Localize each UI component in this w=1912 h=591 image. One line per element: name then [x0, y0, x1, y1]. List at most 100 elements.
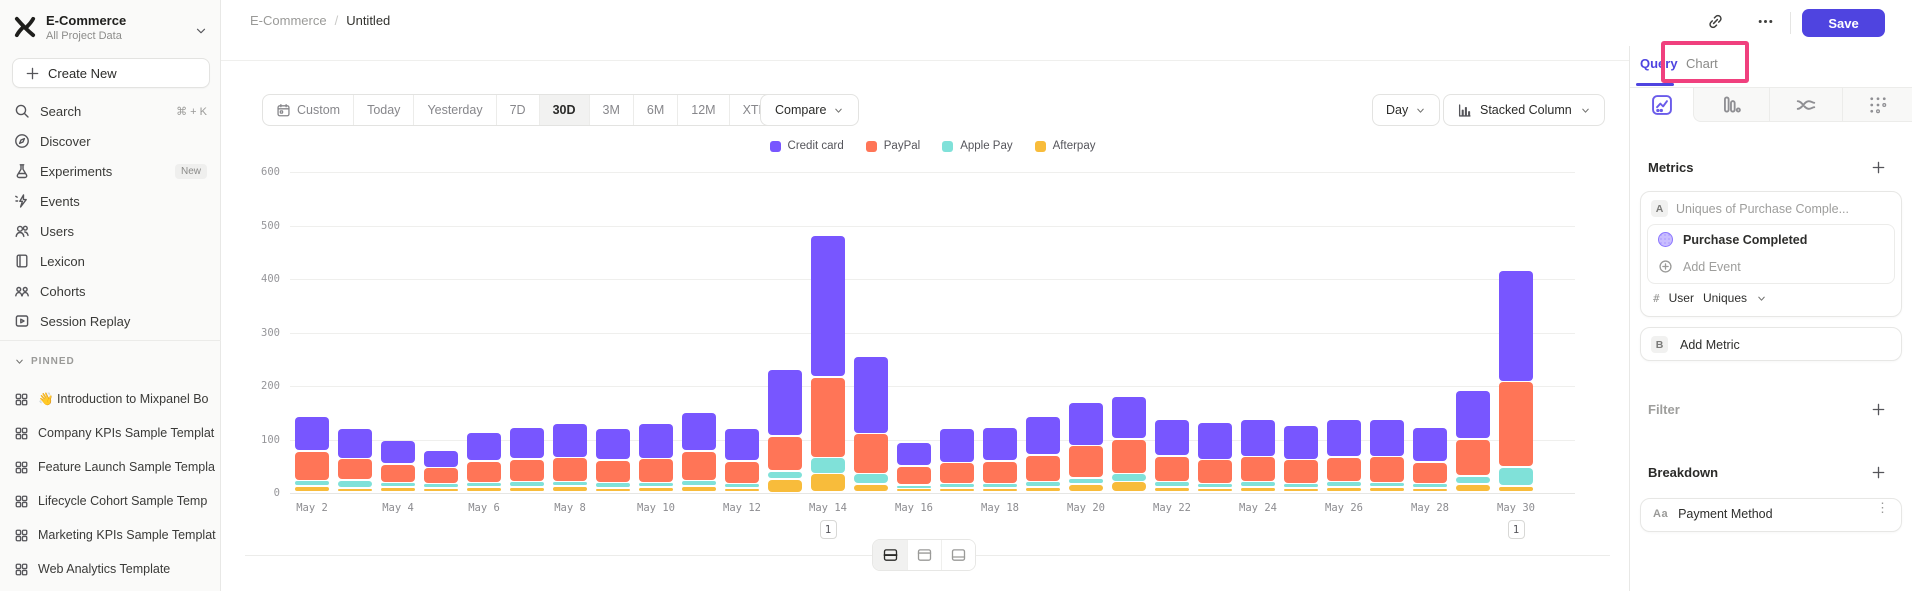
- add-event-row[interactable]: Add Event: [1658, 259, 1741, 274]
- bar-segment[interactable]: [983, 428, 1017, 460]
- bar-segment[interactable]: [553, 458, 587, 481]
- bar-segment[interactable]: [1284, 484, 1318, 487]
- bar-segment[interactable]: [768, 480, 802, 492]
- layout-chart-top-button[interactable]: [907, 540, 941, 570]
- bar-segment[interactable]: [639, 488, 673, 492]
- bar-segment[interactable]: [1456, 485, 1490, 492]
- bar-segment[interactable]: [768, 472, 802, 479]
- bar-segment[interactable]: [940, 429, 974, 462]
- ptab-retention[interactable]: [1842, 88, 1912, 122]
- bar-segment[interactable]: [1456, 440, 1490, 476]
- bar-segment[interactable]: [467, 462, 501, 482]
- add-breakdown-plus-icon[interactable]: [1868, 462, 1888, 482]
- bar-segment[interactable]: [811, 474, 845, 491]
- ptab-flows[interactable]: [1769, 88, 1842, 122]
- bar-segment[interactable]: [596, 461, 630, 482]
- bar-segment[interactable]: [1456, 391, 1490, 438]
- bar-segment[interactable]: [1413, 489, 1447, 492]
- layout-split-button[interactable]: [873, 540, 907, 570]
- layout-chart-bottom-button[interactable]: [941, 540, 975, 570]
- bar-segment[interactable]: [1026, 488, 1060, 492]
- bar-segment[interactable]: [1155, 482, 1189, 486]
- bar-segment[interactable]: [596, 429, 630, 460]
- bar-segment[interactable]: [854, 474, 888, 483]
- bar-segment[interactable]: [424, 451, 458, 467]
- bar-segment[interactable]: [1413, 428, 1447, 461]
- bar-segment[interactable]: [983, 484, 1017, 487]
- bar-segment[interactable]: [940, 484, 974, 487]
- bar-segment[interactable]: [639, 424, 673, 458]
- bar-segment[interactable]: [1284, 426, 1318, 459]
- bar-segment[interactable]: [983, 489, 1017, 492]
- bar-segment[interactable]: [467, 433, 501, 460]
- bar-segment[interactable]: [295, 487, 329, 492]
- bar-segment[interactable]: [1413, 484, 1447, 487]
- breakdown-kebab-icon[interactable]: ⋮: [1876, 506, 1889, 510]
- bar-segment[interactable]: [553, 482, 587, 485]
- bar-segment[interactable]: [725, 489, 759, 492]
- bar-segment[interactable]: [1241, 482, 1275, 486]
- bar-segment[interactable]: [639, 459, 673, 482]
- bar-segment[interactable]: [725, 462, 759, 483]
- bar-segment[interactable]: [1069, 446, 1103, 477]
- ptab-insights[interactable]: [1630, 88, 1693, 122]
- bar-segment[interactable]: [1241, 488, 1275, 492]
- bar-segment[interactable]: [854, 485, 888, 492]
- bar-segment[interactable]: [1198, 460, 1232, 483]
- bar-segment[interactable]: [811, 378, 845, 457]
- bar-segment[interactable]: [854, 434, 888, 473]
- metric-a-event-row[interactable]: Purchase Completed: [1658, 232, 1807, 247]
- bar-segment[interactable]: [1327, 488, 1361, 492]
- bar-segment[interactable]: [897, 443, 931, 466]
- bar-segment[interactable]: [682, 452, 716, 480]
- bar-segment[interactable]: [1499, 382, 1533, 466]
- bar-segment[interactable]: [1155, 457, 1189, 481]
- ptab-funnels[interactable]: [1693, 88, 1769, 122]
- bar-segment[interactable]: [381, 483, 415, 486]
- bar-segment[interactable]: [725, 429, 759, 461]
- bar-segment[interactable]: [1112, 474, 1146, 481]
- metric-a-card[interactable]: A Uniques of Purchase Comple... Purchase…: [1640, 191, 1902, 317]
- bar-segment[interactable]: [1198, 484, 1232, 487]
- bar-segment[interactable]: [1026, 482, 1060, 486]
- bar-segment[interactable]: [1198, 489, 1232, 492]
- bar-segment[interactable]: [897, 467, 931, 484]
- bar-segment[interactable]: [338, 489, 372, 492]
- bar-segment[interactable]: [639, 483, 673, 486]
- bar-segment[interactable]: [510, 488, 544, 492]
- bar-segment[interactable]: [295, 417, 329, 450]
- bar-segment[interactable]: [1241, 420, 1275, 456]
- bar-segment[interactable]: [682, 413, 716, 451]
- bar-segment[interactable]: [1499, 468, 1533, 485]
- save-button[interactable]: Save: [1802, 9, 1885, 37]
- bar-segment[interactable]: [424, 468, 458, 483]
- bar-segment[interactable]: [1026, 456, 1060, 481]
- bar-segment[interactable]: [1370, 457, 1404, 482]
- metric-b-card[interactable]: B Add Metric: [1640, 327, 1902, 361]
- bar-segment[interactable]: [1327, 482, 1361, 486]
- bar-segment[interactable]: [1155, 488, 1189, 492]
- annotation-marker[interactable]: 1: [1508, 520, 1525, 539]
- bar-segment[interactable]: [510, 460, 544, 481]
- aggregation-row[interactable]: # User Uniques: [1653, 291, 1767, 305]
- bar-segment[interactable]: [682, 481, 716, 485]
- bar-segment[interactable]: [424, 489, 458, 492]
- breakdown-item-card[interactable]: Aa Payment Method ⋮: [1640, 498, 1902, 532]
- annotation-marker[interactable]: 1: [820, 520, 837, 539]
- bar-segment[interactable]: [1456, 477, 1490, 484]
- bar-segment[interactable]: [1069, 485, 1103, 492]
- bar-segment[interactable]: [338, 481, 372, 488]
- bar-segment[interactable]: [1370, 420, 1404, 456]
- bar-segment[interactable]: [897, 486, 931, 488]
- bar-segment[interactable]: [553, 487, 587, 492]
- bar-segment[interactable]: [983, 462, 1017, 483]
- bar-segment[interactable]: [1069, 403, 1103, 445]
- bar-segment[interactable]: [1327, 458, 1361, 481]
- bar-segment[interactable]: [1155, 420, 1189, 455]
- bar-segment[interactable]: [467, 483, 501, 486]
- bar-segment[interactable]: [682, 487, 716, 492]
- bar-segment[interactable]: [381, 488, 415, 492]
- bar-segment[interactable]: [1241, 457, 1275, 481]
- bar-segment[interactable]: [1499, 487, 1533, 492]
- bar-segment[interactable]: [1284, 460, 1318, 483]
